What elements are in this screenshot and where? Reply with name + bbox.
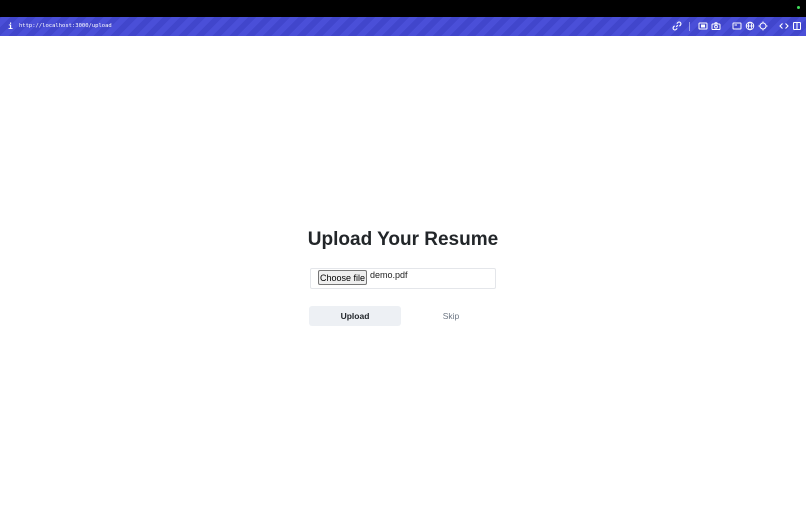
- crosshair-icon[interactable]: [757, 20, 769, 32]
- toolbar-separator: [689, 22, 690, 31]
- link-icon[interactable]: [671, 20, 683, 32]
- sidebar-icon[interactable]: [791, 20, 803, 32]
- code-icon[interactable]: [778, 20, 790, 32]
- status-indicator: [797, 6, 800, 9]
- browser-url-bar: i http://localhost:3000/upload: [0, 17, 806, 36]
- camera-icon[interactable]: [710, 20, 722, 32]
- top-bar: [0, 0, 806, 17]
- url-text[interactable]: http://localhost:3000/upload: [19, 21, 112, 32]
- file-input[interactable]: Choose file demo.pdf: [310, 268, 496, 289]
- upload-button[interactable]: Upload: [309, 306, 401, 326]
- choose-file-button[interactable]: Choose file: [318, 270, 367, 285]
- page-title: Upload Your Resume: [307, 229, 499, 250]
- panel-icon[interactable]: [731, 20, 743, 32]
- skip-button[interactable]: Skip: [405, 306, 497, 326]
- screenshot-region-icon[interactable]: [697, 20, 709, 32]
- globe-icon[interactable]: [744, 20, 756, 32]
- info-icon[interactable]: i: [8, 21, 14, 32]
- selected-file-name: demo.pdf: [370, 270, 408, 280]
